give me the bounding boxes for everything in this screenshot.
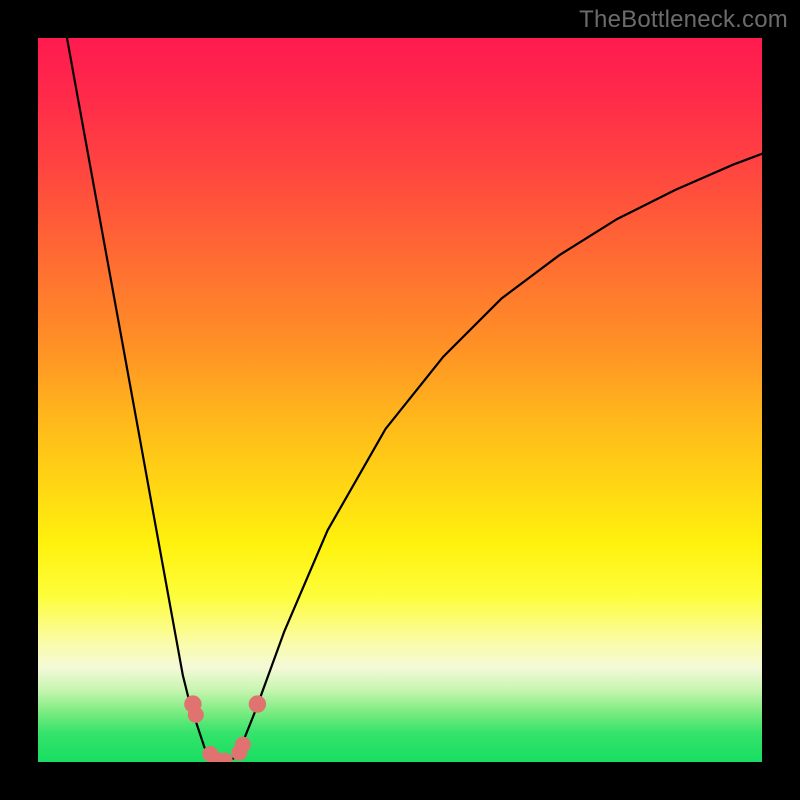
curve-marker (249, 695, 266, 712)
watermark-text: TheBottleneck.com (579, 6, 788, 34)
curve-svg (38, 38, 762, 762)
plot-area (38, 38, 762, 762)
bottleneck-curve (67, 38, 762, 762)
curve-marker (188, 707, 204, 723)
chart-frame: TheBottleneck.com (0, 0, 800, 800)
curve-markers (184, 695, 266, 762)
curve-marker (235, 737, 251, 753)
